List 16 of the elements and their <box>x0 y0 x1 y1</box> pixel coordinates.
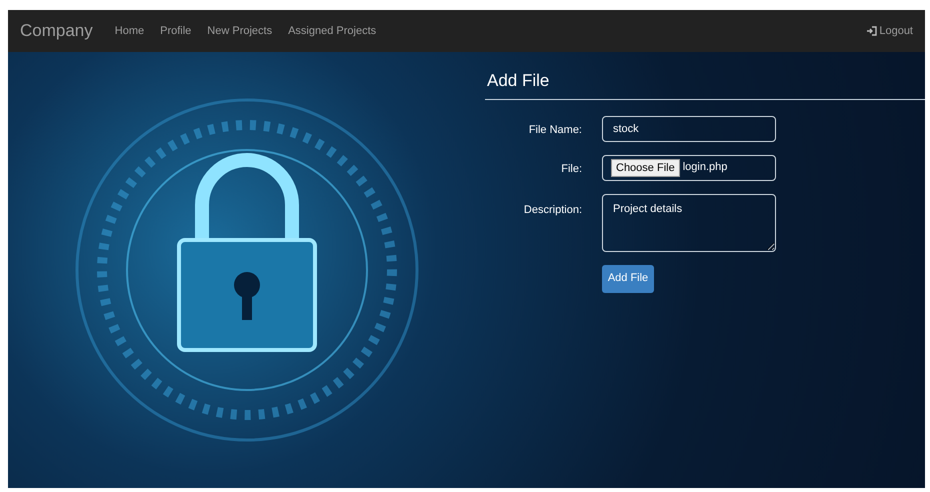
add-file-button[interactable]: Add File <box>602 264 654 292</box>
field-label: Description: <box>522 202 582 218</box>
brand-link[interactable]: Company <box>20 18 93 44</box>
file-name-field[interactable]: stock <box>602 116 776 142</box>
form-title: Add File <box>486 70 550 92</box>
field-label: File: <box>560 162 582 176</box>
choose-file-button[interactable]: Choose File <box>611 158 680 176</box>
field-label: File Name: <box>528 122 582 138</box>
login-icon <box>867 26 878 36</box>
nav-link[interactable]: Assigned Projects <box>288 22 376 40</box>
nav-link[interactable]: Home <box>114 22 144 40</box>
nav-link[interactable]: New Projects <box>207 22 272 40</box>
description-field[interactable]: Project details <box>602 194 776 252</box>
selected-file-name: login.php <box>682 160 728 176</box>
logout-link[interactable]: Logout <box>867 22 913 40</box>
nav-link[interactable]: Profile <box>160 22 192 40</box>
